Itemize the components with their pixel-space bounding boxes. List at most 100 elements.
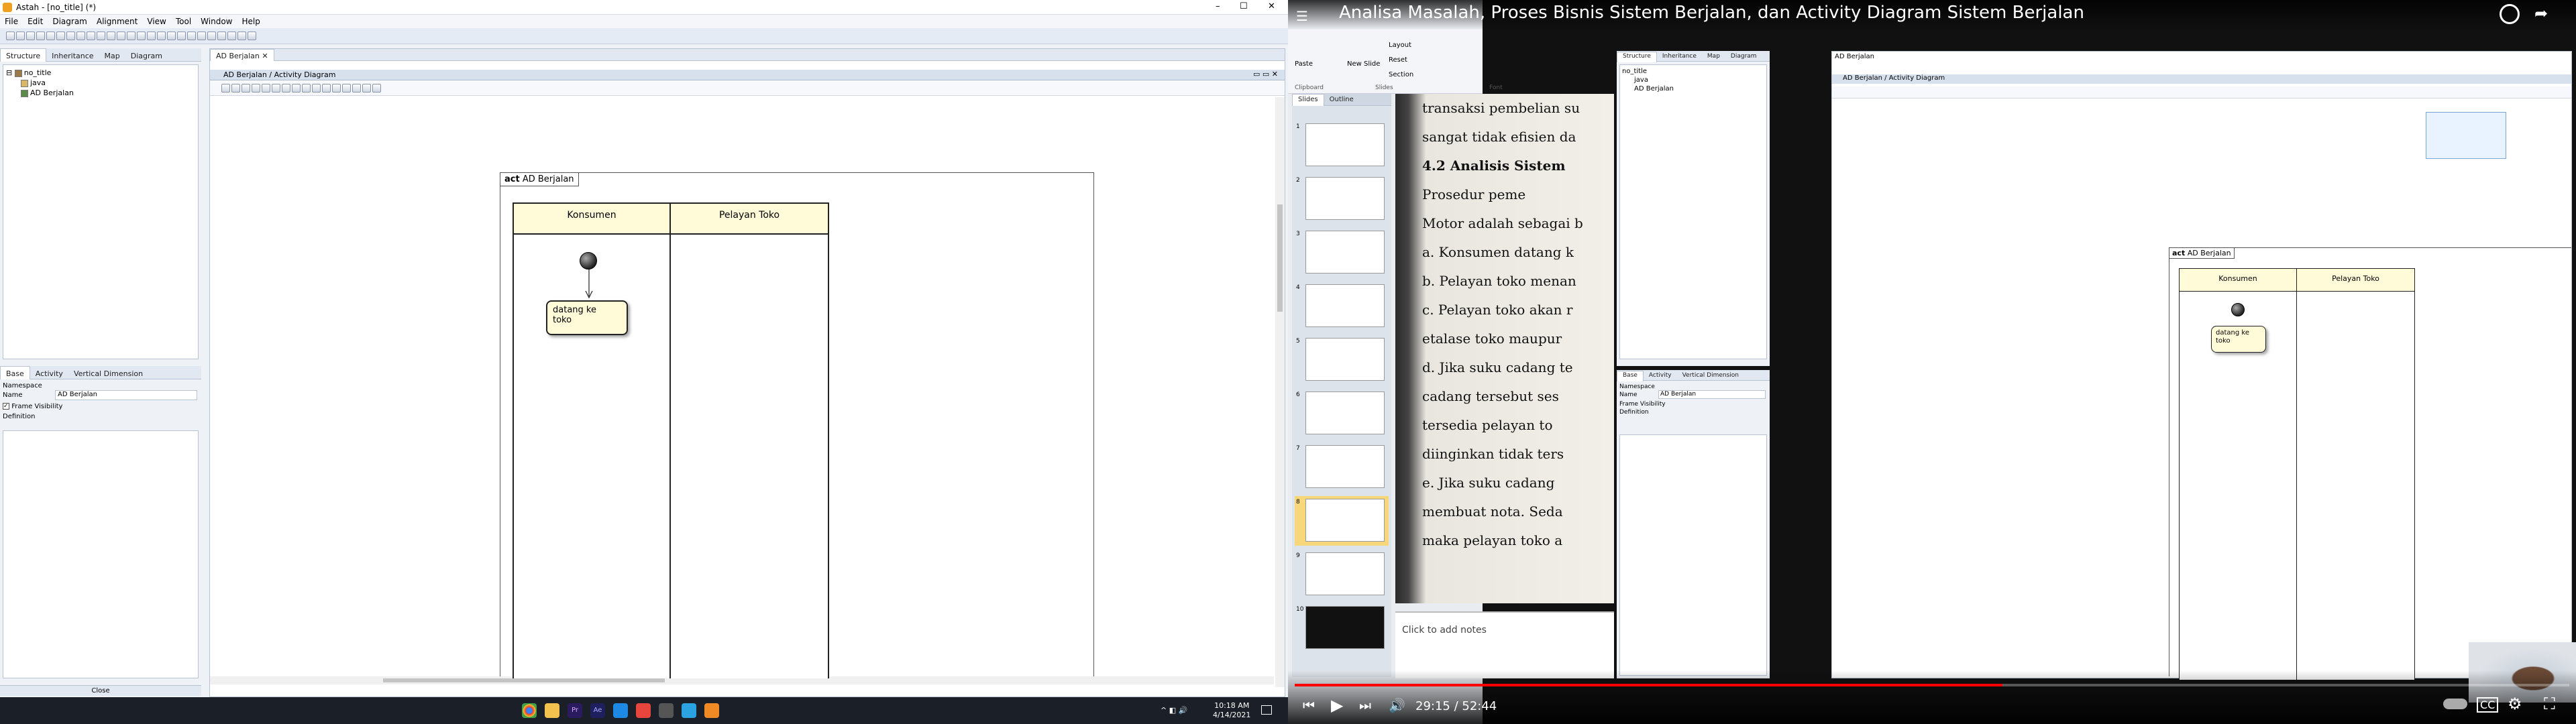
- activity-frame[interactable]: act AD Berjalan Konsumen Pelayan Toko da…: [500, 172, 1094, 678]
- inner-definition-area[interactable]: [1619, 434, 1767, 676]
- line-style-icon[interactable]: [237, 31, 246, 40]
- inner-editor-tab[interactable]: AD Berjalan: [1835, 53, 1874, 60]
- redo-icon[interactable]: [97, 31, 105, 40]
- object-node-tool-icon[interactable]: [302, 83, 311, 93]
- section-button[interactable]: Section: [1389, 71, 1413, 78]
- video-title[interactable]: Analisa Masalah, Proses Bisnis Sistem Be…: [1339, 3, 2084, 23]
- align-center-icon[interactable]: [187, 31, 196, 40]
- initial-node[interactable]: [580, 252, 597, 269]
- fork-tool-icon[interactable]: [282, 83, 290, 93]
- inner-tree-java[interactable]: java: [1622, 76, 1764, 84]
- tab-base[interactable]: Base: [0, 366, 30, 379]
- image-tool-icon[interactable]: [362, 83, 371, 93]
- browser-icon[interactable]: [636, 703, 651, 718]
- slide-thumbnail[interactable]: 3: [1295, 228, 1389, 278]
- flow-tool-icon[interactable]: [292, 83, 301, 93]
- distribute-icon[interactable]: [197, 31, 206, 40]
- after-effects-icon[interactable]: Ae: [590, 703, 605, 718]
- menu-icon[interactable]: ☰: [1296, 8, 1308, 24]
- zoom-icon[interactable]: [137, 31, 146, 40]
- vertical-scrollbar[interactable]: [1275, 97, 1285, 687]
- save-icon[interactable]: [26, 31, 35, 40]
- inner-tree-ad-berjalan[interactable]: AD Berjalan: [1622, 84, 1764, 93]
- slide-thumbnail[interactable]: 9: [1295, 550, 1389, 599]
- close-panel-button[interactable]: Close: [0, 685, 201, 696]
- frame-visibility-checkbox[interactable]: ✓ Frame Visibility: [3, 403, 62, 410]
- tab-inheritance[interactable]: Inheritance: [46, 49, 99, 62]
- align-icon[interactable]: [177, 31, 186, 40]
- telegram-icon[interactable]: [682, 703, 696, 718]
- menu-alignment[interactable]: Alignment: [92, 15, 142, 26]
- menu-tool[interactable]: Tool: [171, 15, 196, 26]
- font-color-icon[interactable]: [227, 31, 236, 40]
- tab-map[interactable]: Map: [99, 49, 125, 62]
- inner-tab-vertical-dimension[interactable]: Vertical Dimension: [1677, 371, 1744, 385]
- inner-tree-root[interactable]: no_title: [1622, 67, 1764, 76]
- notification-icon[interactable]: [1261, 705, 1272, 715]
- inner-tab-structure[interactable]: Structure: [1617, 52, 1657, 62]
- back-icon[interactable]: [147, 31, 156, 40]
- menu-view[interactable]: View: [142, 15, 170, 26]
- rectangle-tool-icon[interactable]: [342, 83, 351, 93]
- inner-name-field[interactable]: AD Berjalan: [1658, 390, 1766, 399]
- layout-button[interactable]: Layout: [1389, 42, 1411, 49]
- progress-bar[interactable]: [1295, 684, 2569, 686]
- control-flow-arrow[interactable]: [585, 269, 593, 300]
- video-player[interactable]: Paste New Slide Layout Reset Section Cli…: [1288, 0, 2576, 724]
- slide-thumbnail[interactable]: 6: [1295, 389, 1389, 438]
- settings-icon[interactable]: ⚙: [2508, 695, 2522, 713]
- zoom-in-icon[interactable]: [117, 31, 125, 40]
- arrange-icon[interactable]: [248, 31, 256, 40]
- slide-thumbnail[interactable]: 5: [1295, 335, 1389, 385]
- zoom-out-icon[interactable]: [127, 31, 136, 40]
- inner-activity-frame[interactable]: act AD Berjalan Konsumen Pelayan Toko da…: [2169, 247, 2571, 680]
- forward-icon[interactable]: [157, 31, 166, 40]
- notes-pane[interactable]: Click to add notes: [1395, 611, 1614, 678]
- line-tool-icon[interactable]: [352, 83, 361, 93]
- reset-button[interactable]: Reset: [1389, 56, 1407, 64]
- chrome-icon[interactable]: [522, 703, 537, 718]
- inner-swimlane-pelayan-toko[interactable]: Pelayan Toko: [2297, 268, 2415, 680]
- line-color-icon[interactable]: [217, 31, 226, 40]
- new-icon[interactable]: [6, 31, 15, 40]
- menu-help[interactable]: Help: [237, 15, 264, 26]
- tab-activity[interactable]: Activity: [30, 367, 68, 380]
- inner-action-datang-ke-toko[interactable]: datang ke toko: [2211, 326, 2266, 353]
- print-icon[interactable]: [36, 31, 45, 40]
- slide-thumbnail[interactable]: 2: [1295, 174, 1389, 224]
- tree-item-ad-berjalan[interactable]: AD Berjalan: [6, 88, 195, 98]
- share-icon[interactable]: ➦: [2534, 4, 2548, 23]
- action-tool-icon[interactable]: [252, 83, 260, 93]
- tree-root[interactable]: ⊟ no_title: [6, 68, 195, 78]
- paste-icon[interactable]: [66, 31, 75, 40]
- paste-button[interactable]: Paste: [1295, 60, 1313, 68]
- inner-frame-visibility[interactable]: Frame Visibility: [1619, 401, 1666, 408]
- tray-icons[interactable]: ^ ◧ 🔊: [1161, 706, 1187, 715]
- tab-vertical-dimension[interactable]: Vertical Dimension: [68, 367, 148, 380]
- open-icon[interactable]: [16, 31, 25, 40]
- action-datang-ke-toko[interactable]: datang ke toko: [546, 300, 628, 335]
- previous-icon[interactable]: ⏮: [1303, 697, 1315, 713]
- definition-textarea[interactable]: [3, 430, 199, 678]
- inner-tab-diagram[interactable]: Diagram: [1725, 52, 1762, 66]
- inner-tab-map[interactable]: Map: [1702, 52, 1725, 66]
- menu-window[interactable]: Window: [196, 15, 237, 26]
- copy-icon[interactable]: [56, 31, 65, 40]
- zoom-fit-icon[interactable]: [107, 31, 115, 40]
- fullscreen-icon[interactable]: ⛶: [2544, 695, 2555, 713]
- cut-icon[interactable]: [46, 31, 55, 40]
- editor-tab-ad-berjalan[interactable]: AD Berjalan ✕: [210, 49, 274, 61]
- file-explorer-icon[interactable]: [545, 703, 559, 718]
- new-slide-button[interactable]: New Slide: [1347, 60, 1380, 68]
- maximize-button[interactable]: ☐: [1240, 1, 1248, 11]
- autoplay-toggle[interactable]: [2443, 699, 2467, 709]
- premiere-icon[interactable]: Pr: [568, 703, 582, 718]
- subtitles-icon[interactable]: CC: [2477, 697, 2499, 713]
- text-tool-icon[interactable]: [332, 83, 341, 93]
- clock[interactable]: 10:18 AM 4/14/2021: [1213, 701, 1250, 720]
- slide-thumbnail[interactable]: 8: [1295, 496, 1389, 546]
- name-field[interactable]: AD Berjalan: [55, 390, 197, 400]
- menu-diagram[interactable]: Diagram: [48, 15, 92, 26]
- tab-structure[interactable]: Structure: [0, 48, 47, 62]
- tree-item-java[interactable]: java: [6, 78, 195, 88]
